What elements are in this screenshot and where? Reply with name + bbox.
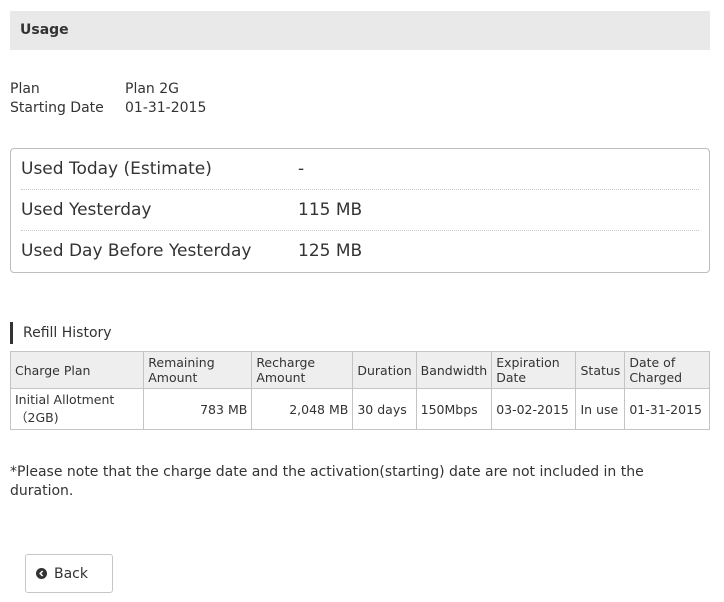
column-header: Charge Plan (9, 351, 145, 389)
column-header: Remaining Amount (143, 351, 253, 389)
column-header: Expiration Date (491, 351, 577, 389)
usage-row-yesterday: Used Yesterday 115 MB (21, 190, 699, 231)
page-title: Usage (10, 11, 710, 50)
column-header: Duration (352, 351, 417, 389)
starting-date-value: 01-31-2015 (125, 100, 207, 116)
plan-value: Plan 2G (125, 81, 179, 97)
usage-value: 125 MB (298, 241, 363, 261)
column-header: Status (575, 351, 626, 389)
starting-date-row: Starting Date 01-31-2015 (10, 99, 206, 118)
usage-value: - (298, 159, 305, 179)
back-button[interactable]: Back (25, 554, 113, 593)
table-row: Initial Allotment（2GB) 783 MB 2,048 MB 3… (9, 388, 710, 430)
refill-history-title: Refill History (10, 322, 112, 344)
refill-history-table: Charge Plan Remaining Amount Recharge Am… (9, 351, 710, 430)
plan-row: Plan Plan 2G (10, 80, 206, 99)
chevron-left-circle-icon (36, 568, 47, 579)
column-header: Bandwidth (415, 351, 493, 389)
usage-row-today: Used Today (Estimate) - (21, 149, 699, 190)
table-cell: 150Mbps (415, 388, 493, 430)
back-button-label: Back (54, 565, 88, 582)
column-header: Date of Charged (624, 351, 710, 389)
table-cell: 783 MB (143, 388, 253, 430)
usage-summary-box: Used Today (Estimate) - Used Yesterday 1… (10, 148, 710, 273)
duration-note: *Please note that the charge date and th… (10, 464, 644, 499)
usage-label: Used Today (Estimate) (21, 159, 212, 179)
plan-info: Plan Plan 2G Starting Date 01-31-2015 (10, 80, 206, 118)
column-header: Recharge Amount (251, 351, 354, 389)
usage-label: Used Day Before Yesterday (21, 241, 252, 261)
table-cell: In use (575, 388, 626, 430)
table-cell: 30 days (352, 388, 417, 430)
table-cell: 01-31-2015 (624, 388, 710, 430)
table-cell: 03-02-2015 (491, 388, 577, 430)
table-cell: 2,048 MB (251, 388, 354, 430)
usage-label: Used Yesterday (21, 200, 152, 220)
usage-value: 115 MB (298, 200, 363, 220)
table-header-row: Charge Plan Remaining Amount Recharge Am… (9, 351, 710, 389)
starting-date-label: Starting Date (10, 100, 104, 116)
usage-row-day-before-yesterday: Used Day Before Yesterday 125 MB (21, 231, 699, 271)
table-cell: Initial Allotment（2GB) (9, 388, 145, 430)
plan-label: Plan (10, 81, 40, 97)
